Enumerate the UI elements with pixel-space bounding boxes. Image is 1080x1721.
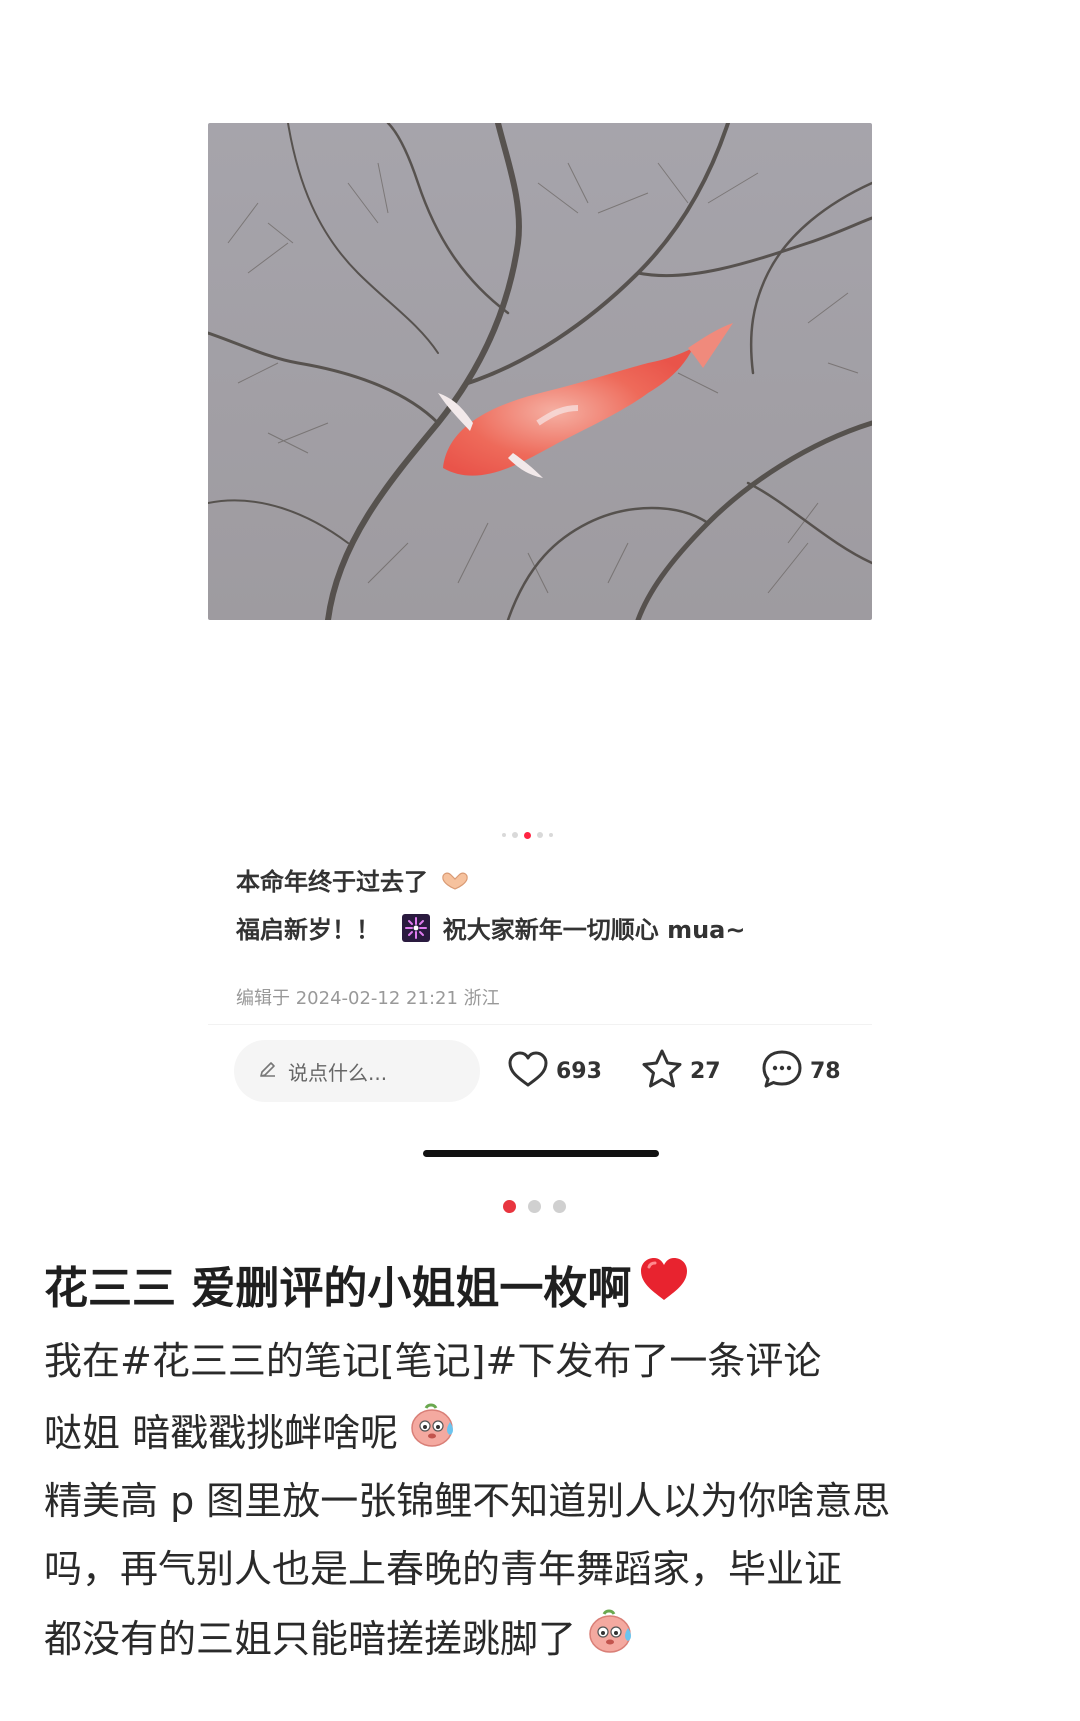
weibo-text: 精美高 p 图里放一张锦鲤不知道别人以为你啥意思 [44,1479,891,1523]
weibo-text: 哒姐 暗戳戳挑衅啥呢 [44,1411,399,1455]
star-outline-icon [640,1048,684,1094]
red-heart-icon [637,1254,691,1315]
post-text-line-1: 本命年终于过去了 [236,862,470,897]
weibo-title-text: 花三三 爱删评的小姐姐一枚啊 [44,1263,632,1314]
chat-bubble-icon [760,1048,804,1094]
sweating-face-icon [586,1606,636,1665]
sweating-face-icon [408,1400,458,1459]
post-photo[interactable] [208,123,872,620]
post-edit-meta: 编辑于 2024-02-12 21:21 浙江 [236,988,500,1009]
comment-count: 78 [810,1058,841,1084]
like-button[interactable]: 693 [506,1050,602,1092]
weibo-text-line: 哒姐 暗戳戳挑衅啥呢 [44,1400,458,1459]
divider [208,1024,872,1025]
weibo-text-line: 吗，再气别人也是上春晚的青年舞蹈家，毕业证 [44,1538,842,1593]
carousel-dot [537,832,543,838]
comments-button[interactable]: 78 [760,1050,841,1092]
comment-input[interactable]: 说点什么... [234,1040,480,1102]
favorite-button[interactable]: 27 [640,1048,721,1094]
weibo-text: 都没有的三姐只能暗搓搓跳脚了 [44,1617,577,1661]
weibo-image-indicator [503,1200,566,1213]
weibo-text: 我在#花三三的笔记[笔记]#下发布了一条评论 [44,1339,822,1383]
carousel-dot [549,833,553,837]
like-count: 693 [556,1058,602,1084]
post-text: 祝大家新年一切顺心 mua~ [442,916,746,944]
weibo-text: 吗，再气别人也是上春晚的青年舞蹈家，毕业证 [44,1547,843,1591]
favorite-count: 27 [690,1058,721,1084]
post-text: 福启新岁！！ [236,916,380,944]
koi-fish-in-pond-photo [208,123,872,620]
carousel-dot-active [503,1200,516,1213]
carousel-dot [528,1200,541,1213]
image-carousel-indicator [502,830,553,840]
post-text-line-2: 福启新岁！！ 祝大家新年一切顺心 mua~ [236,910,745,948]
carousel-dot [553,1200,566,1213]
post-card: 本命年终于过去了 福启新岁！！ 祝大家新年一切顺心 mua~ 编辑于 2024-… [208,852,872,1027]
pencil-icon [258,1059,278,1083]
heart-outline-icon [506,1049,550,1093]
comment-placeholder: 说点什么... [288,1060,388,1085]
carousel-dot-active [524,831,531,839]
weibo-text-line: 都没有的三姐只能暗搓搓跳脚了 [44,1606,636,1665]
carousel-dot [512,832,518,838]
fireworks-icon [402,914,431,948]
home-indicator [423,1150,659,1157]
carousel-dot [502,833,506,837]
weibo-title: 花三三 爱删评的小姐姐一枚啊 [44,1252,691,1316]
post-text: 本命年终于过去了 [236,868,428,896]
weibo-text-line: 我在#花三三的笔记[笔记]#下发布了一条评论 [44,1330,821,1385]
heart-hands-icon [440,869,470,897]
weibo-text-line: 精美高 p 图里放一张锦鲤不知道别人以为你啥意思 [44,1470,890,1525]
